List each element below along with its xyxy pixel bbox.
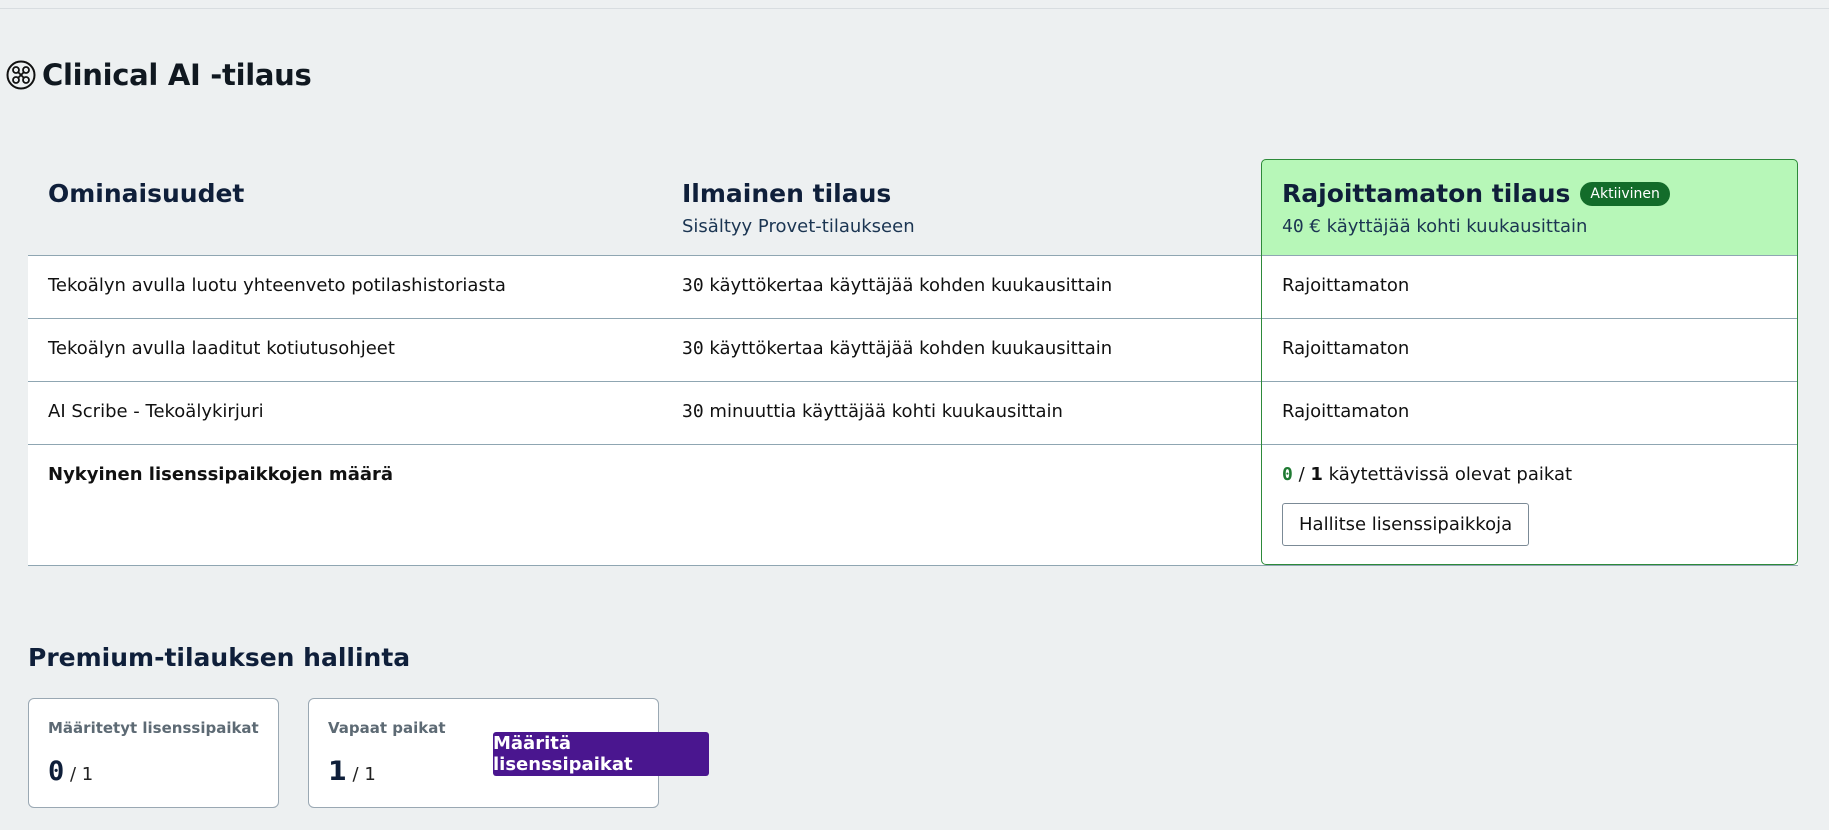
assigned-seats-label: Määritetyt lisenssipaikat xyxy=(48,719,259,737)
manage-seats-button[interactable]: Hallitse lisenssipaikkoja xyxy=(1282,503,1530,546)
active-status-badge: Aktiivinen xyxy=(1580,181,1670,206)
top-divider xyxy=(0,8,1829,9)
clinical-ai-icon xyxy=(6,60,36,90)
free-limit: 30 minuuttia käyttäjää kohti kuukausitta… xyxy=(682,401,1063,422)
table-row: Tekoälyn avulla laaditut kotiutusohjeet … xyxy=(28,319,1798,382)
seats-total-count: 1 xyxy=(1310,464,1323,485)
table-row: AI Scribe - Tekoälykirjuri 30 minuuttia … xyxy=(28,382,1798,445)
seats-info: 0 / 1 käytettävissä olevat paikat Hallit… xyxy=(1282,464,1572,546)
assigned-seats-value: 0 / 1 xyxy=(48,756,94,787)
unlimited-limit: Rajoittamaton xyxy=(1282,275,1410,296)
free-plan-subtitle: Sisältyy Provet-tilaukseen xyxy=(682,216,915,237)
unlimited-plan-header: Rajoittamaton tilaus Aktiivinen 40 € käy… xyxy=(1282,179,1670,237)
table-header-row: Ominaisuudet Ilmainen tilaus Sisältyy Pr… xyxy=(28,159,1798,256)
feature-name: AI Scribe - Tekoälykirjuri xyxy=(48,401,264,422)
assigned-seats-card: Määritetyt lisenssipaikat 0 / 1 xyxy=(28,698,279,808)
premium-section-title: Premium-tilauksen hallinta xyxy=(28,643,411,672)
free-limit: 30 käyttökertaa käyttäjää kohden kuukaus… xyxy=(682,338,1113,359)
seats-availability: 0 / 1 käytettävissä olevat paikat xyxy=(1282,464,1573,485)
page-title: Clinical AI -tilaus xyxy=(42,58,312,92)
free-limit: 30 käyttökertaa käyttäjää kohden kuukaus… xyxy=(682,275,1113,296)
unlimited-limit: Rajoittamaton xyxy=(1282,401,1410,422)
free-plan-header: Ilmainen tilaus Sisältyy Provet-tilaukse… xyxy=(682,179,915,237)
price-text: € käyttäjää kohti kuukausittain xyxy=(1309,216,1588,237)
free-seats-label: Vapaat paikat xyxy=(328,719,446,737)
seats-label: Nykyinen lisenssipaikkojen määrä xyxy=(48,464,394,485)
page-heading: Clinical AI -tilaus xyxy=(6,58,312,92)
unlimited-plan-price: 40 € käyttäjää kohti kuukausittain xyxy=(1282,216,1670,237)
subscription-comparison-table: Ominaisuudet Ilmainen tilaus Sisältyy Pr… xyxy=(28,159,1798,566)
seats-row: Nykyinen lisenssipaikkojen määrä 0 / 1 k… xyxy=(28,445,1798,566)
seats-used-count: 0 xyxy=(1282,464,1293,485)
assign-seats-button[interactable]: Määritä lisenssipaikat xyxy=(493,732,709,776)
unlimited-plan-title: Rajoittamaton tilaus xyxy=(1282,179,1571,208)
unlimited-limit: Rajoittamaton xyxy=(1282,338,1410,359)
feature-name: Tekoälyn avulla luotu yhteenveto potilas… xyxy=(48,275,506,296)
price-amount: 40 xyxy=(1282,216,1304,237)
features-header: Ominaisuudet xyxy=(48,179,245,208)
free-plan-title: Ilmainen tilaus xyxy=(682,179,892,208)
feature-name: Tekoälyn avulla laaditut kotiutusohjeet xyxy=(48,338,395,359)
free-seats-value: 1 / 1 xyxy=(328,756,376,787)
table-row: Tekoälyn avulla luotu yhteenveto potilas… xyxy=(28,256,1798,319)
